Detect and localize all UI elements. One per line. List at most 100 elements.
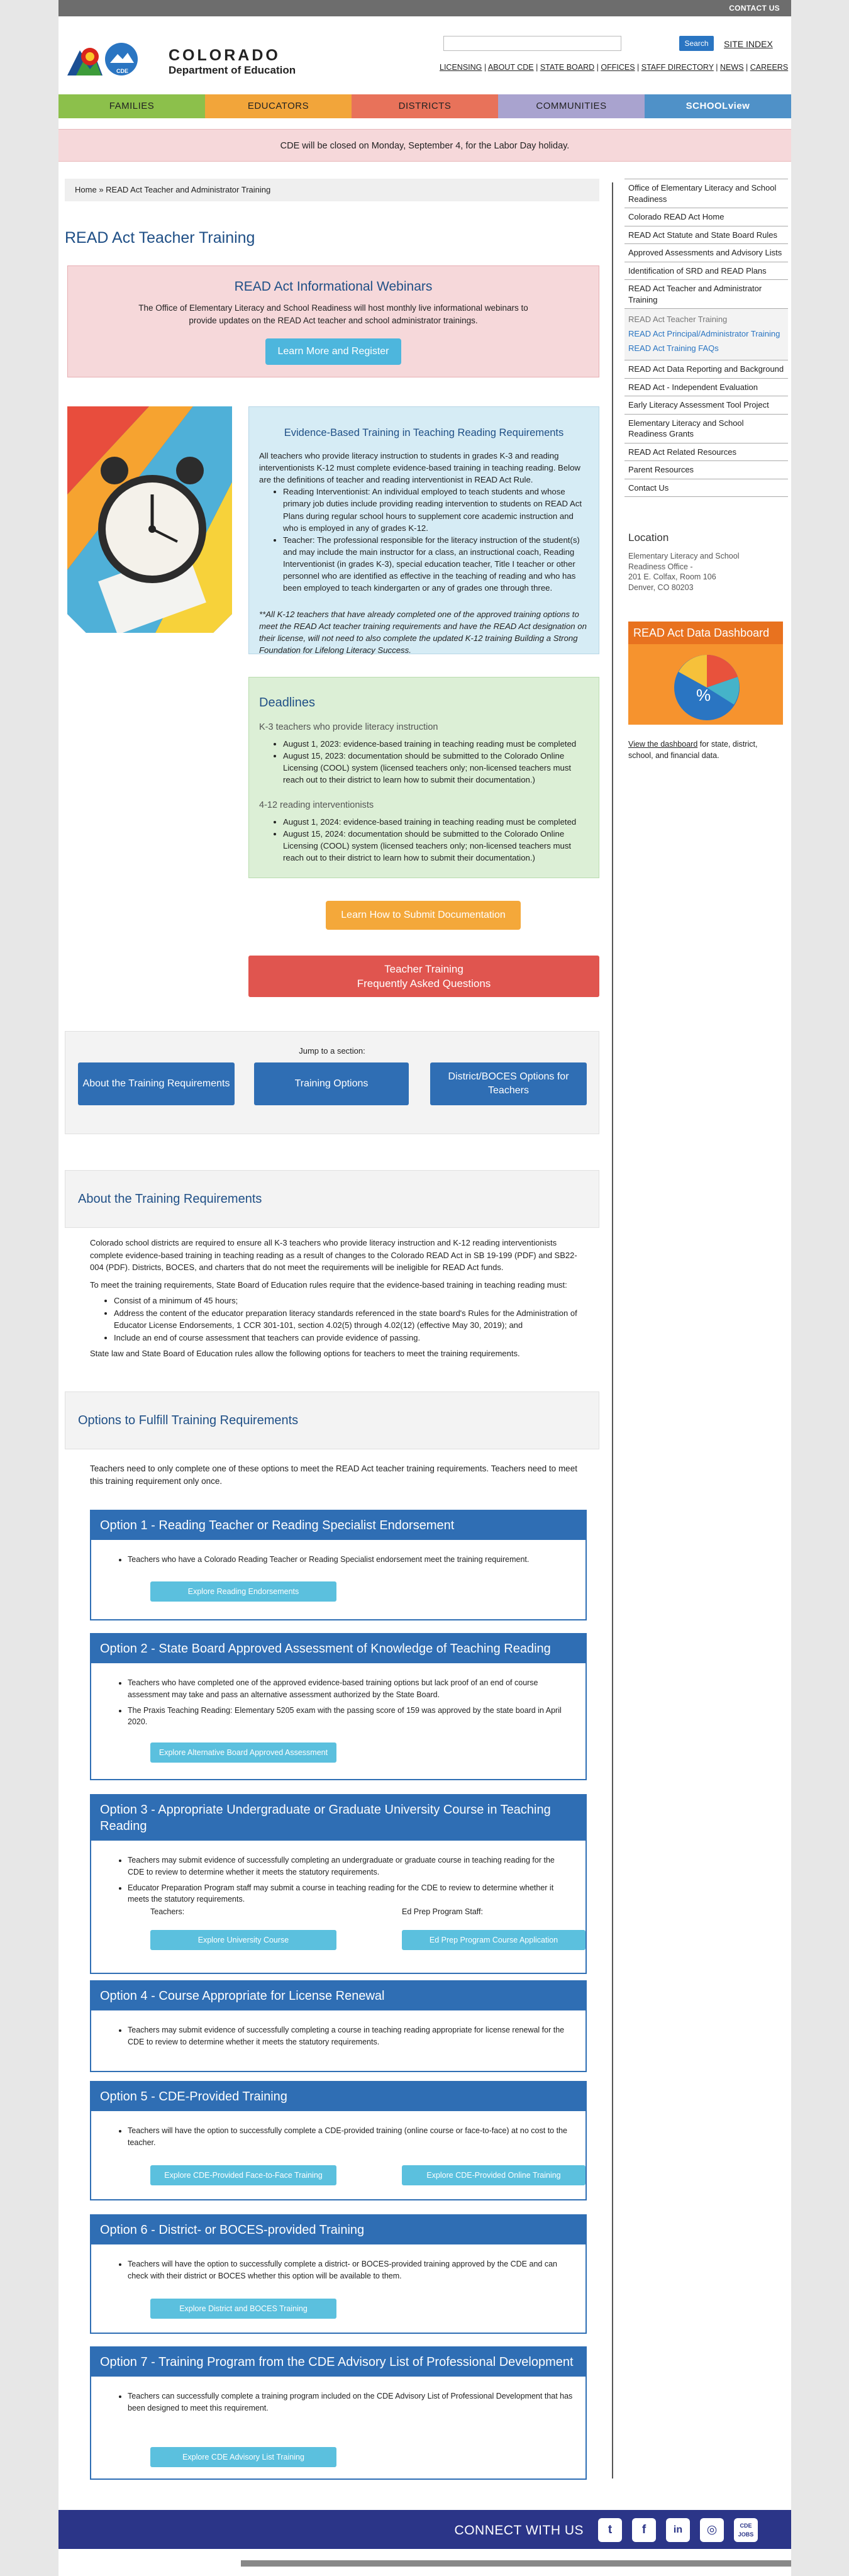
option-7-title: Option 7 - Training Program from the CDE… xyxy=(91,2348,585,2377)
list-item: August 15, 2023: documentation should be… xyxy=(283,750,589,786)
ed-prep-course-application-button[interactable]: Ed Prep Program Course Application xyxy=(402,1930,585,1950)
list-item: Teachers will have the option to success… xyxy=(128,2125,573,2149)
jump-label: Jump to a section: xyxy=(299,1046,365,1056)
list-item: Teachers can successfully complete a tra… xyxy=(128,2390,573,2414)
sidebar-item[interactable]: Office of Elementary Literacy and School… xyxy=(624,179,788,208)
sidebar-item[interactable]: READ Act Data Reporting and Background xyxy=(624,360,788,378)
sidebar-subitem-training-faqs[interactable]: READ Act Training FAQs xyxy=(624,342,788,356)
breadcrumb: Home » READ Act Teacher and Administrato… xyxy=(65,179,599,201)
about-section-header: About the Training Requirements xyxy=(65,1170,599,1228)
evidence-note: **All K-12 teachers that have already co… xyxy=(259,609,587,655)
sidebar-subitem-teacher-training[interactable]: READ Act Teacher Training xyxy=(624,313,788,327)
jump-about-button[interactable]: About the Training Requirements xyxy=(78,1062,235,1105)
footer: CONNECT WITH US t f in ◎ CDE JOBS xyxy=(58,2510,791,2549)
colorado-logo-icon[interactable]: CDE xyxy=(65,38,142,81)
explore-advisory-list-button[interactable]: Explore CDE Advisory List Training xyxy=(150,2447,336,2467)
list-item: Teachers may submit evidence of successf… xyxy=(128,2024,573,2048)
deadlines-box: Deadlines K-3 teachers who provide liter… xyxy=(248,677,599,878)
news-link[interactable]: NEWS xyxy=(720,63,744,72)
site-index-link[interactable]: SITE INDEX xyxy=(724,38,773,50)
list-item: Teachers who have a Colorado Reading Tea… xyxy=(128,1554,573,1566)
sidebar-item[interactable]: READ Act Related Resources xyxy=(624,442,788,461)
ed-prep-label: Ed Prep Program Staff: xyxy=(402,1907,483,1916)
state-board-link[interactable]: STATE BOARD xyxy=(540,63,594,72)
sidebar-item[interactable]: Parent Resources xyxy=(624,460,788,479)
about-cde-link[interactable]: ABOUT CDE xyxy=(488,63,534,72)
explore-district-boces-training-button[interactable]: Explore District and BOCES Training xyxy=(150,2299,336,2319)
faq-button[interactable]: Teacher Training Frequently Asked Questi… xyxy=(248,956,599,997)
utility-links: LICENSING | ABOUT CDE | STATE BOARD | OF… xyxy=(440,63,789,72)
nav-educators[interactable]: EDUCATORS xyxy=(205,94,352,118)
nav-families[interactable]: FAMILIES xyxy=(58,94,205,118)
offices-link[interactable]: OFFICES xyxy=(601,63,635,72)
closure-alert: CDE will be closed on Monday, September … xyxy=(58,129,791,162)
alarm-clock-image xyxy=(67,406,232,633)
dashboard-description: View the dashboard for state, district, … xyxy=(628,739,783,761)
sidebar-item[interactable]: Contact Us xyxy=(624,478,788,498)
sidebar-item[interactable]: Colorado READ Act Home xyxy=(624,208,788,226)
teachers-label: Teachers: xyxy=(150,1907,185,1916)
explore-face-to-face-training-button[interactable]: Explore CDE-Provided Face-to-Face Traini… xyxy=(150,2165,336,2185)
list-item: Include an end of course assessment that… xyxy=(114,1332,587,1344)
list-item: August 15, 2024: documentation should be… xyxy=(283,828,589,864)
explore-online-training-button[interactable]: Explore CDE-Provided Online Training xyxy=(402,2165,585,2185)
learn-more-register-button[interactable]: Learn More and Register xyxy=(265,338,402,365)
about-p2: To meet the training requirements, State… xyxy=(90,1280,567,1290)
search-button[interactable]: Search xyxy=(679,36,714,51)
list-item: Address the content of the educator prep… xyxy=(114,1307,587,1332)
horizontal-scrollbar[interactable] xyxy=(241,2560,791,2567)
option-3-card: Option 3 - Appropriate Undergraduate or … xyxy=(90,1794,587,1974)
search-input[interactable] xyxy=(443,36,621,51)
option-5-title: Option 5 - CDE-Provided Training xyxy=(91,2082,585,2111)
twitter-icon[interactable]: t xyxy=(598,2518,622,2542)
nav-communities[interactable]: COMMUNITIES xyxy=(498,94,645,118)
view-dashboard-link[interactable]: View the dashboard xyxy=(628,740,697,749)
contact-us-link[interactable]: CONTACT US xyxy=(729,3,780,14)
breadcrumb-home[interactable]: Home xyxy=(75,185,97,194)
list-item: Teacher: The professional responsible fo… xyxy=(283,534,589,594)
pie-chart-icon: % xyxy=(674,655,740,720)
jump-options-button[interactable]: Training Options xyxy=(254,1062,409,1105)
main-nav: FAMILIES EDUCATORS DISTRICTS COMMUNITIES… xyxy=(58,94,791,118)
licensing-link[interactable]: LICENSING xyxy=(440,63,482,72)
facebook-icon[interactable]: f xyxy=(632,2518,656,2542)
webinar-box: READ Act Informational Webinars The Offi… xyxy=(67,265,599,377)
staff-directory-link[interactable]: STAFF DIRECTORY xyxy=(641,63,714,72)
explore-alternative-assessment-button[interactable]: Explore Alternative Board Approved Asses… xyxy=(150,1742,336,1763)
sidebar-item[interactable]: READ Act Statute and State Board Rules xyxy=(624,225,788,244)
careers-link[interactable]: CAREERS xyxy=(750,63,788,72)
location-line: Denver, CO 80203 xyxy=(628,583,694,593)
jump-district-button[interactable]: District/BOCES Options for Teachers xyxy=(430,1062,587,1105)
list-item: The Praxis Teaching Reading: Elementary … xyxy=(128,1705,573,1729)
location-title: Location xyxy=(628,532,669,544)
option-1-card: Option 1 - Reading Teacher or Reading Sp… xyxy=(90,1510,587,1620)
sidebar-item[interactable]: Approved Assessments and Advisory Lists xyxy=(624,243,788,262)
option-5-card: Option 5 - CDE-Provided Training Teacher… xyxy=(90,2081,587,2200)
nav-districts[interactable]: DISTRICTS xyxy=(352,94,498,118)
sidebar-item[interactable]: Identification of SRD and READ Plans xyxy=(624,261,788,280)
content-divider xyxy=(612,182,613,2478)
explore-university-course-button[interactable]: Explore University Course xyxy=(150,1930,336,1950)
option-1-title: Option 1 - Reading Teacher or Reading Sp… xyxy=(91,1511,585,1540)
deadlines-group-1: K-3 teachers who provide literacy instru… xyxy=(259,722,438,732)
option-4-card: Option 4 - Course Appropriate for Licens… xyxy=(90,1980,587,2072)
instagram-icon[interactable]: ◎ xyxy=(700,2518,724,2542)
evidence-title: Evidence-Based Training in Teaching Read… xyxy=(284,427,564,438)
sidebar-item[interactable]: Elementary Literacy and School Readiness… xyxy=(624,413,788,443)
submit-documentation-button[interactable]: Learn How to Submit Documentation xyxy=(326,901,521,930)
data-dashboard-banner[interactable]: READ Act Data Dashboard % xyxy=(628,622,783,725)
option-2-title: Option 2 - State Board Approved Assessme… xyxy=(91,1634,585,1663)
sidebar-item[interactable]: READ Act - Independent Evaluation xyxy=(624,377,788,396)
evidence-based-training-box: Evidence-Based Training in Teaching Read… xyxy=(248,406,599,655)
sidebar-item[interactable]: READ Act Teacher and Administrator Train… xyxy=(624,279,788,308)
location-line: Elementary Literacy and School xyxy=(628,551,740,560)
linkedin-icon[interactable]: in xyxy=(666,2518,690,2542)
cde-jobs-icon[interactable]: CDE JOBS xyxy=(734,2518,758,2542)
sidebar-subitem-principal-training[interactable]: READ Act Principal/Administrator Trainin… xyxy=(624,327,788,342)
nav-schoolview[interactable]: SCHOOLview xyxy=(645,94,791,118)
jump-to-section: Jump to a section: About the Training Re… xyxy=(65,1031,599,1134)
sidebar-item[interactable]: Early Literacy Assessment Tool Project xyxy=(624,396,788,414)
svg-text:CDE: CDE xyxy=(116,68,128,74)
location-block: Location Elementary Literacy and School … xyxy=(628,530,785,593)
explore-reading-endorsements-button[interactable]: Explore Reading Endorsements xyxy=(150,1581,336,1602)
